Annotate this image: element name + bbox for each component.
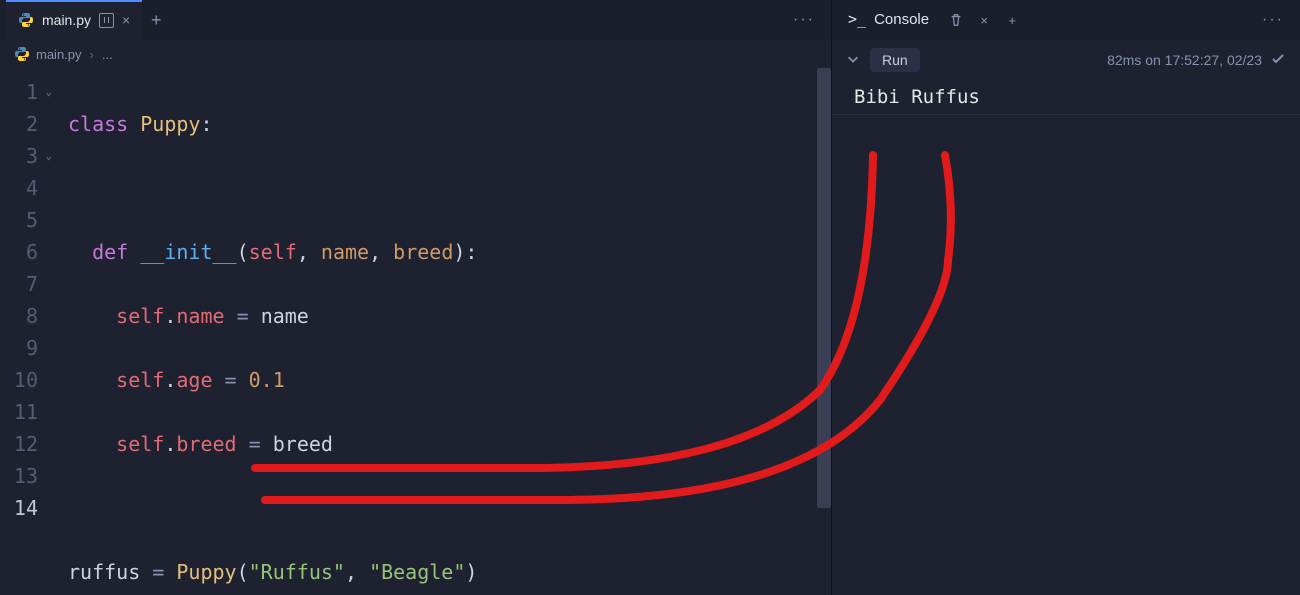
trash-icon[interactable] <box>945 9 967 31</box>
console-panel: >_ Console × + ··· Run 82ms on 17:52:27,… <box>832 0 1300 595</box>
run-status: 82ms on 17:52:27, 02/23 <box>1107 51 1286 70</box>
run-status-text: 82ms on 17:52:27, 02/23 <box>1107 52 1262 68</box>
line-gutter: 1⌄ 2 3⌄ 4 5 6 7 8 9 10 11 12 13 14 <box>0 68 58 595</box>
python-file-icon <box>18 12 34 28</box>
chevron-right-icon: › <box>90 47 94 62</box>
run-button[interactable]: Run <box>870 48 920 72</box>
close-icon[interactable]: × <box>122 12 130 28</box>
chevron-down-icon[interactable] <box>846 52 860 69</box>
fold-chevron-icon[interactable]: ⌄ <box>45 140 52 172</box>
breadcrumb-rest[interactable]: ... <box>102 47 113 62</box>
check-icon <box>1270 51 1286 70</box>
console-tab-label: Console <box>874 11 929 28</box>
tab-console[interactable]: >_ Console <box>838 0 939 40</box>
scrollbar-thumb[interactable] <box>817 68 831 508</box>
editor-body[interactable]: 1⌄ 2 3⌄ 4 5 6 7 8 9 10 11 12 13 14 class… <box>0 68 831 595</box>
tab-filename: main.py <box>42 12 91 28</box>
editor-panel: main.py × + ··· main.py › ... 1⌄ 2 3⌄ 4 … <box>0 0 832 595</box>
code-area[interactable]: class Puppy: def __init__(self, name, br… <box>58 68 831 595</box>
breadcrumb: main.py › ... <box>0 40 831 68</box>
add-console-button[interactable]: + <box>1001 9 1023 31</box>
python-file-icon <box>14 46 30 62</box>
editor-more-actions[interactable]: ··· <box>783 11 825 29</box>
console-tabs: >_ Console × + ··· <box>832 0 1300 40</box>
console-more-actions[interactable]: ··· <box>1252 11 1294 29</box>
console-toolbar: Run 82ms on 17:52:27, 02/23 <box>832 40 1300 80</box>
add-tab-button[interactable]: + <box>142 6 170 34</box>
tab-main-py[interactable]: main.py × <box>6 0 142 40</box>
close-icon[interactable]: × <box>973 9 995 31</box>
breadcrumb-file[interactable]: main.py <box>14 46 82 62</box>
fold-chevron-icon[interactable]: ⌄ <box>45 76 52 108</box>
console-output: Bibi Ruffus <box>832 80 1300 115</box>
editor-tabs: main.py × + ··· <box>0 0 831 40</box>
layout-columns-icon[interactable] <box>99 13 114 28</box>
terminal-icon: >_ <box>848 10 866 28</box>
